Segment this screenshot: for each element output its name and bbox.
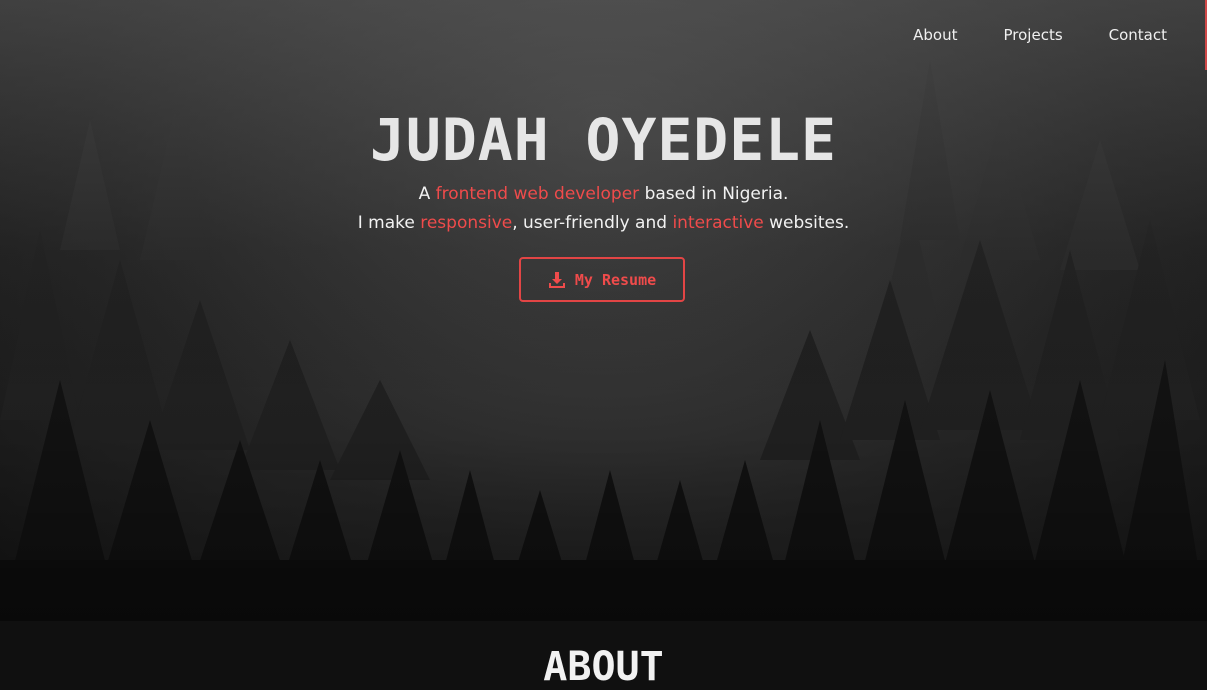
nav-link-contact[interactable]: Contact [1109,24,1167,46]
tagline-text: websites. [763,213,850,233]
hero-section [0,0,1207,621]
resume-button-label: My Resume [574,270,657,289]
hero-name-title: JUDAH OYEDELE [370,106,837,174]
hero-tagline-line-1: A frontend web developer based in Nigeri… [0,183,1207,205]
hero-tagline-line-2: I make responsive, user-friendly and int… [0,212,1207,234]
resume-download-button[interactable]: My Resume [519,257,685,302]
tagline-highlight-interactive: interactive [672,213,764,233]
tagline-text: A [418,184,436,204]
tagline-highlight-role: frontend web developer [435,184,640,204]
download-icon [548,271,566,289]
fog-overlay [0,0,1207,621]
tagline-text: based in Nigeria. [639,184,789,204]
nav-link-about[interactable]: About [913,24,957,46]
about-heading: ABOUT [543,644,664,690]
about-section: ABOUT [0,621,1207,690]
tagline-text: I make [357,213,421,233]
nav-link-projects[interactable]: Projects [1004,24,1063,46]
tagline-text: , user-friendly and [512,213,673,233]
top-navigation: About Projects Contact [867,24,1167,46]
tagline-highlight-responsive: responsive [420,213,513,233]
